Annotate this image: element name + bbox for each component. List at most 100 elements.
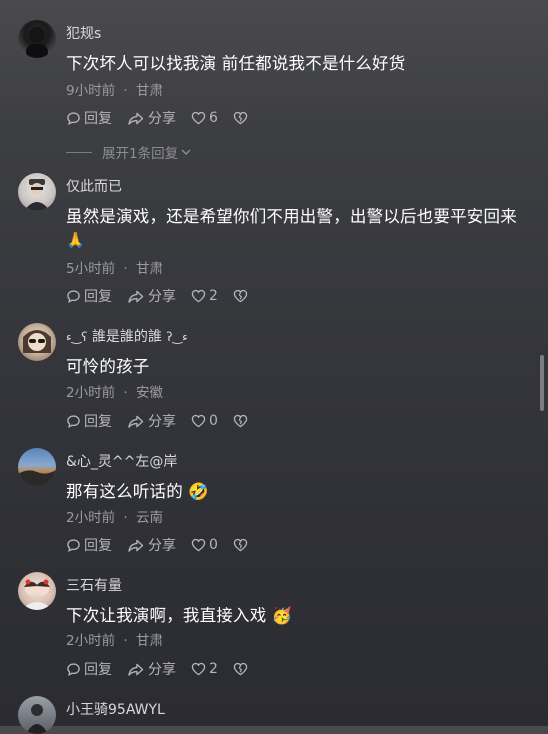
comment-location: 甘肃 [135,261,163,277]
comment-meta: 9小时前 · 甘肃 [66,79,163,99]
like-button[interactable]: 0 [191,413,218,429]
reply-button[interactable]: 回复 [66,411,112,431]
comment-location: 甘肃 [135,83,163,99]
share-button[interactable]: 分享 [127,108,176,128]
share-button[interactable]: 分享 [127,286,176,306]
reply-bubble-icon [67,414,80,428]
avatar-person-icon [26,27,48,58]
dislike-button[interactable] [233,111,251,125]
username-decoration-right: ʔ‿ء [166,330,188,344]
comment-text-emoji: 🙏 [66,231,85,249]
comment-text: 下次让我演啊，我直接入戏 🥳 [66,606,293,625]
username[interactable]: 仅此而已 [66,176,122,196]
username-decoration-left: ء‿ʕ [66,330,88,344]
broken-heart-icon [233,662,248,676]
avatar-couple-icon [21,579,53,610]
reply-bubble-icon [67,662,80,676]
username[interactable]: 小王骑95AWYL [66,699,165,719]
username[interactable]: &心_灵^^左@岸 [66,451,177,471]
expand-divider [66,151,92,153]
share-label: 分享 [148,289,176,305]
comment-meta: 2小时前 · 甘肃 [66,629,163,649]
broken-heart-icon [233,111,248,125]
comment-text: 那有这么听话的 🤣 [66,482,210,501]
share-button[interactable]: 分享 [127,659,176,679]
like-button[interactable]: 2 [191,288,218,304]
heart-icon [191,414,206,428]
avatar-person-icon [26,704,48,734]
reply-bubble-icon [67,111,80,125]
reply-label: 回复 [84,111,112,127]
dislike-button[interactable] [233,289,251,303]
avatar[interactable] [18,173,56,211]
meta-separator: · [123,633,128,649]
share-label: 分享 [148,111,176,127]
comment-actions: 回复 分享 2 [66,286,266,306]
like-count: 0 [209,413,218,429]
reply-button[interactable]: 回复 [66,659,112,679]
like-button[interactable]: 2 [191,661,218,677]
share-label: 分享 [148,414,176,430]
comment-location: 云南 [135,510,163,526]
meta-separator: · [123,261,128,277]
like-button[interactable]: 6 [191,110,218,126]
avatar[interactable] [18,448,56,486]
reply-button[interactable]: 回复 [66,535,112,555]
avatar-person-icon [23,330,51,353]
reply-label: 回复 [84,538,112,554]
share-label: 分享 [148,538,176,554]
dislike-button[interactable] [233,414,251,428]
share-button[interactable]: 分享 [127,411,176,431]
username-text: 誰是誰的誰 [91,329,162,345]
avatar[interactable] [18,696,56,734]
share-label: 分享 [148,662,176,678]
expand-label: 展开1条回复 [102,146,179,162]
scrollbar-thumb[interactable] [540,355,544,411]
reply-button[interactable]: 回复 [66,286,112,306]
broken-heart-icon [233,538,248,552]
username[interactable]: 三石有量 [66,575,122,595]
share-arrow-icon [128,415,144,428]
heart-icon [191,538,206,552]
username[interactable]: ء‿ʕ 誰是誰的誰 ʔ‿ء [66,326,188,346]
dislike-button[interactable] [233,662,251,676]
reply-button[interactable]: 回复 [66,108,112,128]
username[interactable]: 犯规s [66,23,101,43]
comment-meta: 2小时前 · 云南 [66,506,163,526]
heart-icon [191,289,206,303]
comment-location: 安徽 [135,385,163,401]
avatar[interactable] [18,323,56,361]
share-arrow-icon [128,290,144,303]
expand-replies-button[interactable]: 展开1条回复 [66,142,192,162]
comment-time: 2小时前 [66,385,116,401]
meta-separator: · [123,385,128,401]
dislike-button[interactable] [233,538,251,552]
share-arrow-icon [128,663,144,676]
reply-label: 回复 [84,289,112,305]
comment-time: 2小时前 [66,510,116,526]
reply-bubble-icon [67,289,80,303]
comment-text: 虽然是演戏，还是希望你们不用出警，出警以后也要平安回来 [66,207,517,226]
comment-time: 2小时前 [66,633,116,649]
avatar[interactable] [18,572,56,610]
comment-actions: 回复 分享 0 [66,535,266,555]
comment-text: 可怜的孩子 [66,357,150,376]
like-count: 2 [209,661,218,677]
like-button[interactable]: 0 [191,537,218,553]
chevron-down-icon [181,149,191,155]
heart-icon [191,662,206,676]
like-count: 2 [209,288,218,304]
comment-time: 5小时前 [66,261,116,277]
comment-actions: 回复 分享 0 [66,411,266,431]
comment-text: 下次坏人可以找我演 前任都说我不是什么好货 [66,54,406,73]
like-count: 0 [209,537,218,553]
comment-meta: 5小时前 · 甘肃 [66,257,163,277]
landscape-photo-icon [18,470,56,486]
share-button[interactable]: 分享 [127,535,176,555]
share-arrow-icon [128,539,144,552]
meta-separator: · [123,83,128,99]
reply-label: 回复 [84,662,112,678]
reply-bubble-icon [67,538,80,552]
comment-actions: 回复 分享 2 [66,659,266,679]
avatar[interactable] [18,20,56,58]
